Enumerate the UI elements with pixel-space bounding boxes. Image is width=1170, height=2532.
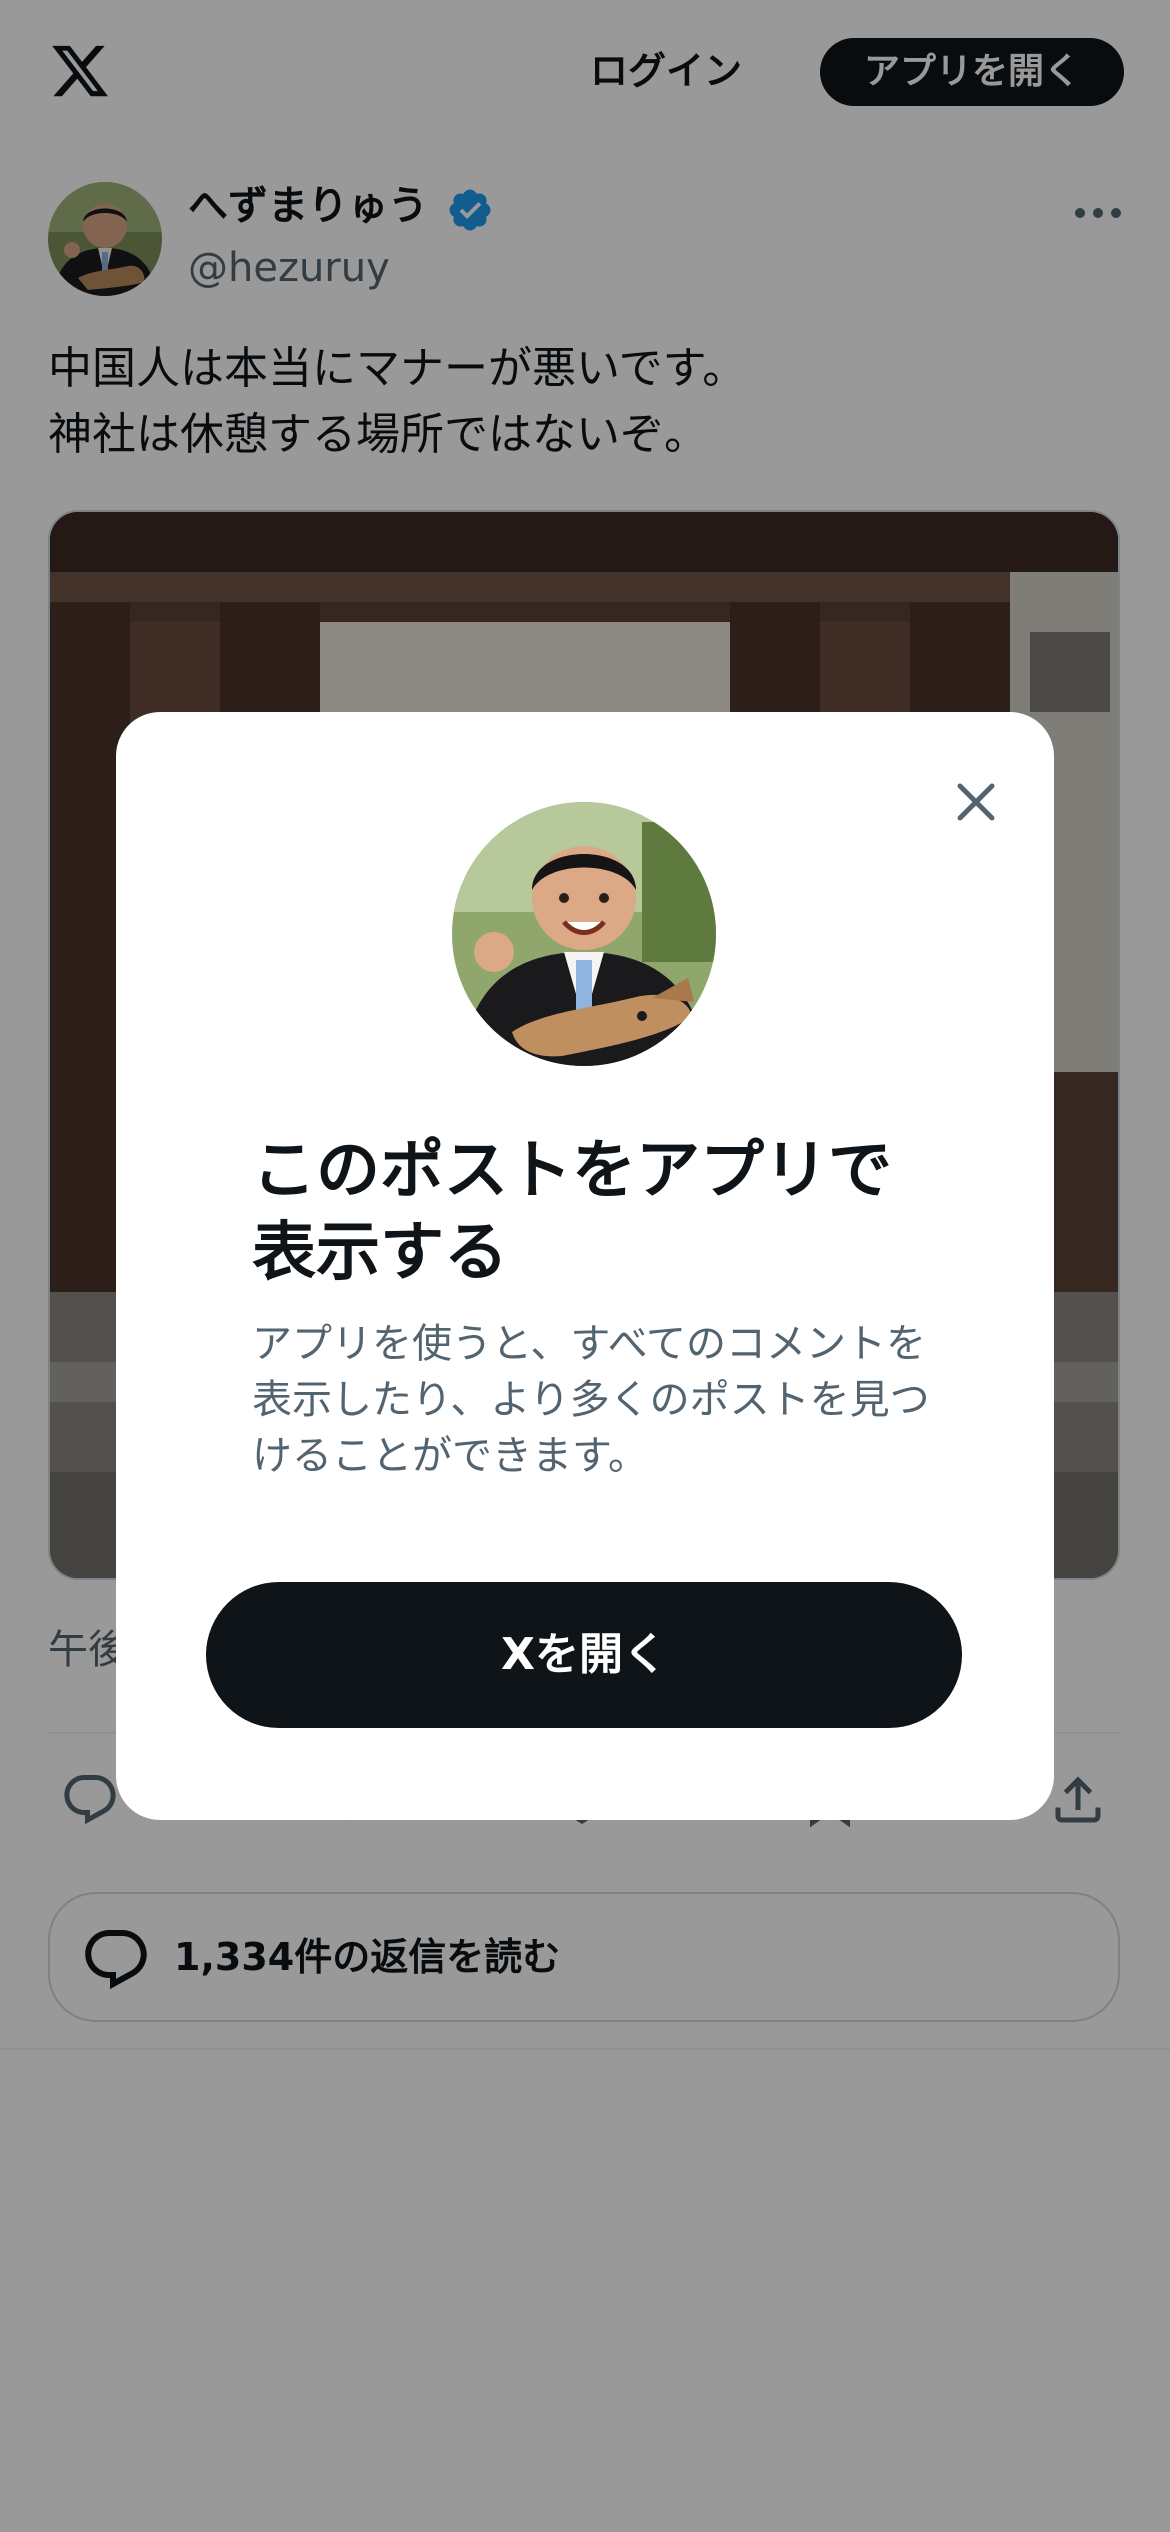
open-in-app-modal: このポストをアプリで表示する アプリを使うと、すべてのコメントを表示したり、より… [116,712,1054,1820]
close-icon[interactable] [936,762,1016,842]
modal-author-avatar [452,802,716,1066]
modal-title: このポストをアプリで表示する [252,1134,892,1290]
open-x-button[interactable]: Xを開く [206,1582,962,1728]
modal-description: アプリを使うと、すべてのコメントを表示したり、より多くのポストを見つけることがで… [252,1321,930,1479]
